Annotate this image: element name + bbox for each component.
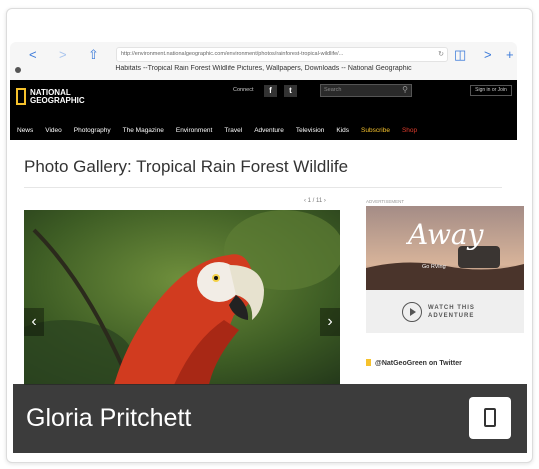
participant-name: Gloria Pritchett [26, 404, 192, 432]
nav-item-photography[interactable]: Photography [74, 127, 111, 134]
main-nav: News Video Photography The Magazine Envi… [10, 120, 517, 140]
bookmarks-icon[interactable]: ◫ [454, 48, 466, 62]
url-text: http://environment.nationalgeographic.co… [121, 51, 344, 57]
reload-icon[interactable]: ↻ [438, 48, 444, 61]
phone-icon [484, 408, 496, 427]
facebook-icon[interactable]: f [264, 85, 277, 97]
twitter-heading-label: @NatGeoGreen on Twitter [375, 360, 462, 367]
url-bar[interactable]: http://environment.nationalgeographic.co… [116, 47, 448, 62]
nav-item-environment[interactable]: Environment [176, 127, 213, 134]
nav-item-magazine[interactable]: The Magazine [123, 127, 164, 134]
nav-item-television[interactable]: Television [296, 127, 325, 134]
play-icon [402, 302, 422, 322]
signin-button[interactable]: Sign in or Join [470, 85, 512, 96]
logo-text: NATIONAL GEOGRAPHIC [30, 87, 85, 105]
search-input[interactable]: Search ⚲ [320, 84, 412, 97]
back-icon[interactable]: < [29, 48, 37, 62]
twitter-marker-icon [366, 359, 371, 366]
nav-item-news[interactable]: News [17, 127, 33, 134]
nav-item-kids[interactable]: Kids [336, 127, 349, 134]
device-button[interactable] [469, 397, 511, 439]
forward-icon[interactable]: > [59, 48, 67, 62]
gallery-pager[interactable]: ‹ 1 / 11 › [304, 198, 326, 204]
title-divider [24, 187, 502, 188]
new-tab-icon[interactable]: + [506, 48, 514, 62]
nav-item-shop[interactable]: Shop [402, 127, 417, 134]
ad-cta-label: WATCH THIS ADVENTURE [428, 305, 475, 319]
twitter-icon[interactable]: t [284, 85, 297, 97]
browser-toolbar: < > ⇧ http://environment.nationalgeograp… [10, 42, 517, 80]
twitter-heading[interactable]: @NatGeoGreen on Twitter [366, 359, 462, 367]
page-title: Photo Gallery: Tropical Rain Forest Wild… [24, 157, 349, 176]
logo-icon [16, 88, 26, 105]
ad-subtitle: Go RVing [422, 264, 446, 270]
next-arrow-icon[interactable]: › [320, 308, 340, 336]
macaw-image [24, 210, 340, 385]
nav-item-video[interactable]: Video [45, 127, 62, 134]
nav-item-subscribe[interactable]: Subscribe [361, 127, 390, 134]
tabs-icon[interactable]: > [484, 48, 492, 62]
prev-arrow-icon[interactable]: ‹ [24, 308, 44, 336]
search-icon[interactable]: ⚲ [402, 84, 408, 95]
nav-item-travel[interactable]: Travel [224, 127, 242, 134]
search-placeholder: Search [324, 87, 342, 93]
site-header: NATIONAL GEOGRAPHIC Connect f t Search ⚲… [10, 80, 517, 120]
ad-title: Away [408, 218, 484, 251]
ad-cta[interactable]: WATCH THIS ADVENTURE [366, 290, 524, 333]
sidebar-label: ADVERTISEMENT [366, 199, 405, 204]
name-overlay: Gloria Pritchett [13, 384, 527, 453]
gallery-photo[interactable]: ‹ › [24, 210, 340, 385]
connect-label: Connect [233, 87, 254, 93]
natgeo-logo[interactable]: NATIONAL GEOGRAPHIC [16, 88, 98, 105]
nav-item-adventure[interactable]: Adventure [254, 127, 284, 134]
share-icon[interactable]: ⇧ [88, 48, 99, 62]
tab-title: Habitats --Tropical Rain Forest Wildlife… [115, 65, 412, 72]
ad-banner[interactable]: Away Go RVing WATCH THIS ADVENTURE [366, 206, 524, 333]
